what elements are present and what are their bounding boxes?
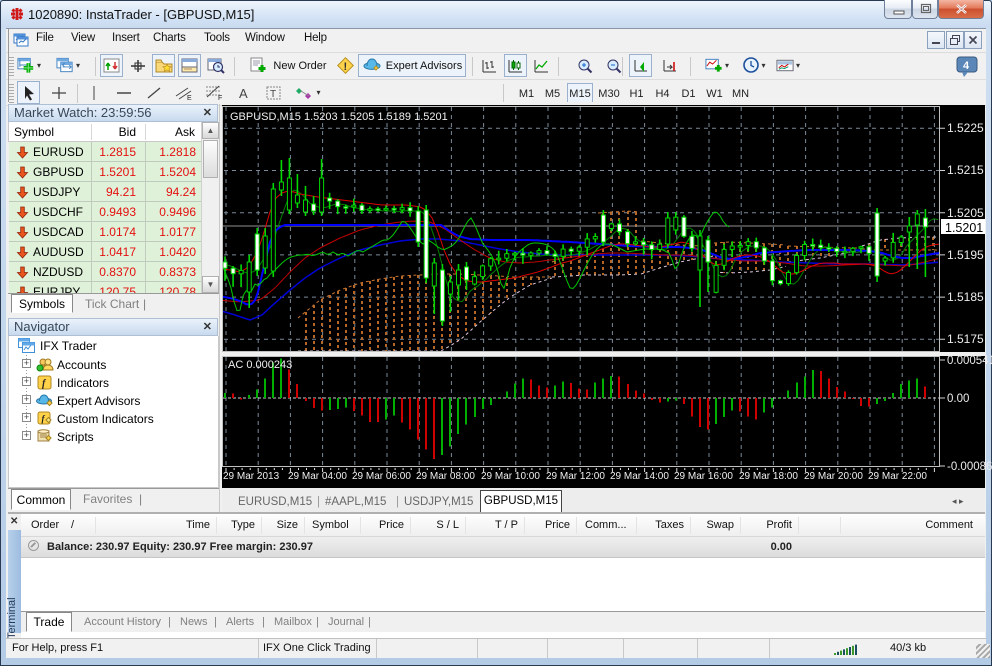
- svg-text:-0.00086: -0.00086: [947, 461, 992, 473]
- svg-text:A: A: [239, 86, 248, 101]
- svg-text:E: E: [187, 95, 192, 101]
- svg-text:29 Mar 2013: 29 Mar 2013: [223, 471, 280, 482]
- svg-text:4: 4: [963, 60, 970, 72]
- svg-text:1.5225: 1.5225: [947, 121, 984, 135]
- svg-text:29 Mar 18:00: 29 Mar 18:00: [739, 471, 798, 482]
- svg-text:29 Mar 08:00: 29 Mar 08:00: [416, 471, 475, 482]
- svg-text:0.00: 0.00: [947, 393, 969, 405]
- svg-text:T: T: [270, 89, 276, 100]
- svg-text:29 Mar 16:00: 29 Mar 16:00: [674, 471, 733, 482]
- svg-text:GBPUSD,M15 1.5203 1.5205 1.51: GBPUSD,M15 1.5203 1.5205 1.5189 1.5201: [230, 111, 448, 123]
- svg-text:1.5175: 1.5175: [947, 332, 984, 346]
- svg-text:1.5201: 1.5201: [945, 221, 983, 235]
- svg-text:29 Mar 06:00: 29 Mar 06:00: [352, 471, 411, 482]
- svg-text:0.000541: 0.000541: [947, 355, 992, 367]
- svg-text:AC 0.000243: AC 0.000243: [228, 359, 292, 371]
- svg-text:!: !: [343, 61, 347, 73]
- svg-text:29 Mar 20:00: 29 Mar 20:00: [804, 471, 863, 482]
- svg-text:1.5185: 1.5185: [947, 290, 984, 304]
- svg-text:29 Mar 04:00: 29 Mar 04:00: [288, 471, 347, 482]
- svg-text:29 Mar 22:00: 29 Mar 22:00: [868, 471, 927, 482]
- svg-text:29 Mar 10:00: 29 Mar 10:00: [481, 471, 540, 482]
- svg-text:29 Mar 14:00: 29 Mar 14:00: [610, 471, 669, 482]
- svg-text:1.5215: 1.5215: [947, 163, 984, 177]
- svg-text:1.5205: 1.5205: [947, 206, 984, 220]
- svg-text:29 Mar 12:00: 29 Mar 12:00: [546, 471, 605, 482]
- svg-text:1.5195: 1.5195: [947, 248, 984, 262]
- svg-text:F: F: [218, 95, 222, 101]
